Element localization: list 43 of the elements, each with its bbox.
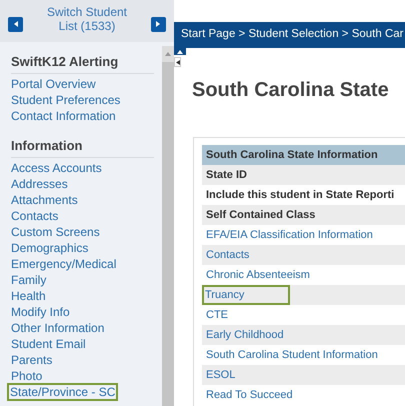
table-label: Self Contained Class: [206, 208, 316, 223]
next-student-button[interactable]: [150, 16, 166, 32]
sidebar-link[interactable]: Portal Overview: [11, 77, 96, 91]
previous-student-button[interactable]: [8, 16, 23, 32]
sidebar-link[interactable]: Student Preferences: [11, 93, 120, 107]
left-arrow-icon: [176, 60, 180, 64]
sidebar-link[interactable]: Parents: [11, 353, 52, 367]
sidebar-link[interactable]: Photo: [11, 369, 42, 383]
table-link[interactable]: EFA/EIA Classification Information: [206, 226, 373, 244]
table-link[interactable]: Read To Succeed: [206, 386, 293, 404]
up-arrow-icon: [177, 48, 183, 54]
sidebar-link[interactable]: State/Province - SC: [9, 385, 116, 399]
sidebar-link[interactable]: Other Information: [11, 321, 104, 335]
sidebar-link[interactable]: Student Email: [11, 337, 86, 351]
collapse-sidebar-button[interactable]: [174, 57, 181, 67]
sidebar-link[interactable]: Modify Info: [11, 305, 70, 319]
left-arrow-icon: [12, 21, 18, 27]
section-heading: SwiftK12 Alerting: [11, 54, 154, 74]
table-heading: South Carolina State Information: [206, 148, 378, 163]
sidebar-link[interactable]: Contact Information: [11, 109, 116, 123]
sidebar-link[interactable]: Health: [11, 289, 46, 303]
section-heading: Information: [11, 138, 154, 158]
table-link[interactable]: South Carolina Student Information: [206, 346, 378, 364]
collapse-header-button[interactable]: [174, 48, 186, 55]
table-link[interactable]: Contacts: [206, 246, 250, 264]
table-label: State ID: [206, 168, 247, 183]
student-list-count: List (1533): [58, 19, 116, 33]
page-title: South Carolina State: [192, 78, 390, 103]
sidebar-link[interactable]: Attachments: [11, 193, 78, 207]
sidebar-link[interactable]: Demographics: [11, 241, 88, 255]
sidebar-link[interactable]: Family: [11, 273, 46, 287]
sidebar-link[interactable]: Emergency/Medical: [11, 257, 116, 271]
table-link[interactable]: CTE: [206, 306, 228, 324]
sidebar-link[interactable]: Custom Screens: [11, 225, 100, 239]
right-arrow-icon: [155, 21, 162, 27]
sidebar-link[interactable]: Addresses: [11, 177, 68, 191]
table-link[interactable]: Chronic Absenteeism: [206, 266, 310, 284]
switch-student-label: Switch Student: [46, 5, 128, 19]
table-link[interactable]: ESOL: [206, 366, 236, 384]
sidebar-link[interactable]: Contacts: [11, 209, 58, 223]
breadcrumb[interactable]: Start Page > Student Selection > South Car: [181, 26, 404, 44]
sidebar-link[interactable]: Access Accounts: [11, 161, 102, 175]
table-label: Include this student in State Reporti: [206, 188, 394, 203]
